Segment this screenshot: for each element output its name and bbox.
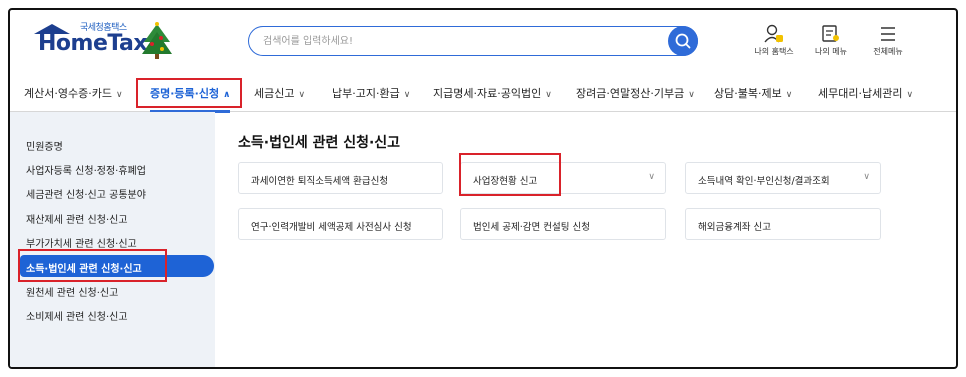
- chevron-down-icon: ∨: [545, 90, 552, 100]
- chevron-down-icon: ∨: [906, 90, 914, 100]
- sidebar-item-withholding-tax[interactable]: 원천세 관련 신청·신고: [26, 284, 118, 299]
- highlight-box-nav: [136, 78, 242, 108]
- chevron-down-icon: ∨: [785, 90, 793, 100]
- nav-item-invoice[interactable]: 계산서·영수증·카드 ∨: [24, 85, 123, 101]
- nav-item-incentives[interactable]: 장려금·연말정산·기부금 ∨: [576, 85, 695, 101]
- all-menu-label: 전체메뉴: [873, 47, 903, 56]
- nav-item-label: 계산서·영수증·카드: [24, 87, 112, 100]
- nav-item-label: 장려금·연말정산·기부금: [576, 87, 685, 100]
- nav-item-label: 세금신고: [254, 87, 295, 100]
- chevron-down-icon: ∨: [648, 172, 655, 182]
- search-button[interactable]: [668, 26, 698, 56]
- nav-item-label: 상담·불복·제보: [714, 87, 782, 100]
- chevron-down-icon: ∨: [298, 90, 306, 100]
- sidebar-item-property-tax[interactable]: 재산제세 관련 신청·신고: [26, 211, 128, 226]
- my-menu-button[interactable]: 나의 메뉴: [803, 24, 859, 57]
- logo-brand-text: HomeTax: [38, 31, 148, 56]
- menu-card-foreign-account-report[interactable]: 해외금융계좌 신고: [685, 208, 881, 240]
- my-menu-icon: [822, 25, 839, 42]
- my-menu-label: 나의 메뉴: [815, 47, 847, 56]
- my-hometax-button[interactable]: 나의 홈택스: [746, 24, 802, 57]
- menu-card-retirement-tax-refund[interactable]: 과세이연한 퇴직소득세액 환급신청: [238, 162, 443, 194]
- chevron-down-icon: ∨: [403, 90, 411, 100]
- menu-card-label: 연구·인력개발비 세액공제 사전심사 신청: [251, 222, 412, 233]
- nav-item-payment[interactable]: 납부·고지·환급 ∨: [332, 85, 410, 101]
- browser-frame: 국세청홈택스 HomeTax 검색어를 입력하세요! 나의 홈택스 나의 메뉴 …: [8, 8, 958, 369]
- user-icon: [764, 24, 783, 43]
- nav-item-label: 세무대리·납세관리: [818, 87, 903, 100]
- search-icon: [675, 33, 691, 49]
- chevron-down-icon: ∨: [863, 172, 870, 182]
- nav-item-tax-filing[interactable]: 세금신고 ∨: [254, 85, 305, 101]
- sidebar-item-consumption-tax[interactable]: 소비제세 관련 신청·신고: [26, 308, 128, 323]
- nav-item-label: 납부·고지·환급: [332, 87, 400, 100]
- sidebar-item-civil-certificate[interactable]: 민원증명: [26, 138, 63, 153]
- page-title: 소득·법인세 관련 신청·신고: [238, 135, 401, 151]
- menu-card-label: 과세이연한 퇴직소득세액 환급신청: [251, 176, 389, 187]
- menu-card-income-details-check[interactable]: 소득내역 확인·부인신청/결과조회 ∨: [685, 162, 881, 194]
- sidebar-item-vat[interactable]: 부가가치세 관련 신청·신고: [26, 235, 137, 250]
- hamburger-menu-icon: [881, 27, 895, 41]
- site-header: 국세청홈택스 HomeTax 검색어를 입력하세요! 나의 홈택스 나의 메뉴 …: [10, 10, 956, 70]
- nav-item-consultation[interactable]: 상담·불복·제보 ∨: [714, 85, 792, 101]
- sidebar-item-common-filing[interactable]: 세금관련 신청·신고 공통분야: [26, 186, 146, 201]
- nav-item-payment-statement[interactable]: 지급명세·자료·공익법인 ∨: [433, 85, 552, 101]
- search-input[interactable]: [263, 33, 663, 49]
- sidebar-item-business-registration[interactable]: 사업자등록 신청·정정·휴폐업: [26, 162, 146, 177]
- menu-card-corporate-tax-consulting[interactable]: 법인세 공제·감면 컨설팅 신청: [460, 208, 666, 240]
- my-hometax-label: 나의 홈택스: [754, 47, 794, 56]
- all-menu-button[interactable]: 전체메뉴: [860, 24, 916, 57]
- nav-item-tax-agent[interactable]: 세무대리·납세관리 ∨: [818, 85, 913, 101]
- highlight-box-sidebar: [18, 249, 167, 282]
- sidebar: 민원증명 사업자등록 신청·정정·휴폐업 세금관련 신청·신고 공통분야 재산제…: [10, 112, 215, 367]
- search-bar[interactable]: [248, 26, 698, 56]
- menu-card-label: 소득내역 확인·부인신청/결과조회: [698, 176, 830, 187]
- highlight-box-card: [459, 153, 561, 196]
- chevron-down-icon: ∨: [688, 90, 695, 100]
- chevron-down-icon: ∨: [115, 90, 123, 100]
- menu-card-label: 법인세 공제·감면 컨설팅 신청: [473, 222, 590, 233]
- menu-card-rd-tax-credit[interactable]: 연구·인력개발비 세액공제 사전심사 신청: [238, 208, 443, 240]
- menu-card-label: 해외금융계좌 신고: [698, 222, 771, 233]
- hometax-logo[interactable]: 국세청홈택스 HomeTax: [30, 18, 172, 64]
- christmas-tree-icon: [142, 22, 172, 59]
- nav-item-label: 지급명세·자료·공익법인: [433, 87, 542, 100]
